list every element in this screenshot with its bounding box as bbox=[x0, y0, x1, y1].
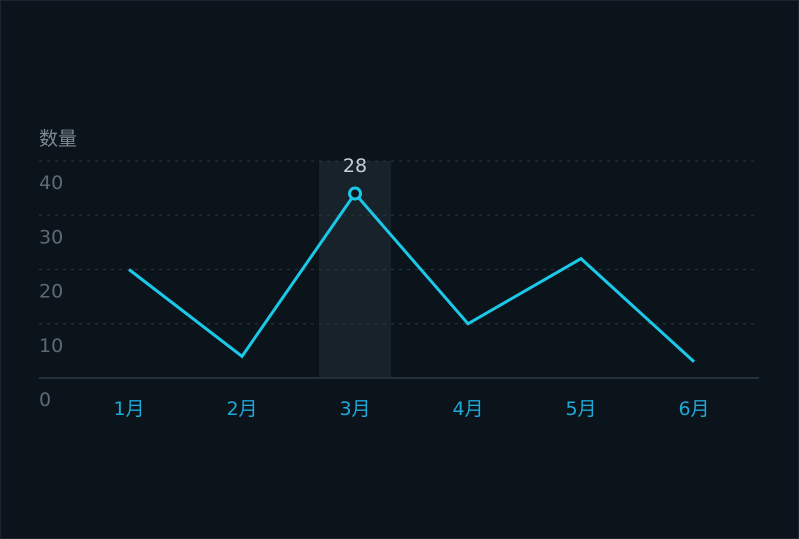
chart-panel: 数量 0 10 20 30 40 1月 2月 3月 4月 5月 6月 28 bbox=[0, 0, 799, 539]
x-tick-label: 2月 bbox=[226, 398, 257, 420]
x-tick-label: 5月 bbox=[565, 398, 596, 420]
x-tick-labels: 1月 2月 3月 4月 5月 6月 bbox=[113, 398, 709, 420]
x-tick-label: 1月 bbox=[113, 398, 144, 420]
x-tick-label: 3月 bbox=[339, 398, 370, 420]
y-tick-label: 0 bbox=[39, 389, 51, 411]
y-tick-labels: 0 10 20 30 40 bbox=[39, 172, 63, 411]
y-tick-label: 10 bbox=[39, 335, 63, 357]
x-tick-label: 6月 bbox=[678, 398, 709, 420]
data-label-highlight: 28 bbox=[343, 155, 367, 177]
data-point-highlight[interactable] bbox=[348, 186, 362, 201]
y-tick-label: 40 bbox=[39, 172, 63, 194]
y-tick-label: 30 bbox=[39, 226, 63, 248]
series-line bbox=[128, 191, 696, 363]
data-points bbox=[348, 186, 362, 201]
x-tick-label: 4月 bbox=[452, 398, 483, 420]
y-axis-title: 数量 bbox=[39, 128, 77, 150]
line-chart: 数量 0 10 20 30 40 1月 2月 3月 4月 5月 6月 28 bbox=[39, 128, 759, 420]
y-tick-label: 20 bbox=[39, 281, 63, 303]
